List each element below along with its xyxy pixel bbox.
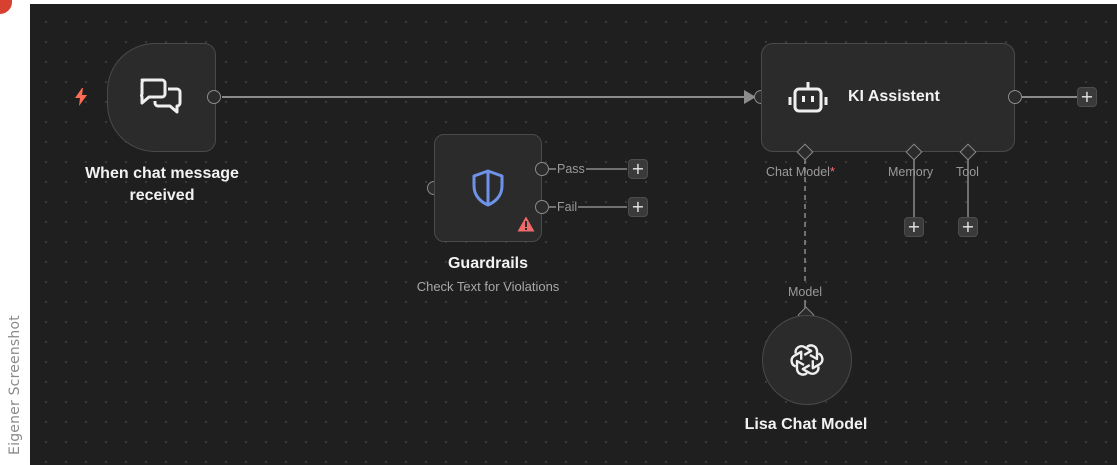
- fail-label: Fail: [556, 200, 579, 214]
- pass-label: Pass: [556, 162, 586, 176]
- openai-icon: [790, 344, 824, 376]
- model-input-label: Model: [786, 285, 825, 299]
- add-memory-button[interactable]: +: [904, 217, 924, 237]
- shield-icon: [472, 169, 504, 207]
- guardrails-subtitle: Check Text for Violations: [416, 279, 560, 294]
- guardrails-pass-port[interactable]: [535, 162, 549, 176]
- agent-title: KI Assistent: [848, 88, 940, 105]
- chat-model-node[interactable]: [762, 315, 852, 405]
- guardrails-fail-port[interactable]: [535, 200, 549, 214]
- robot-icon: [788, 82, 828, 113]
- memory-slot-label: Memory: [888, 165, 934, 179]
- agent-output-port[interactable]: [1008, 90, 1022, 104]
- chat-model-title: Lisa Chat Model: [744, 416, 868, 433]
- guardrails-title: Guardrails: [447, 255, 529, 272]
- add-tool-button[interactable]: +: [958, 217, 978, 237]
- tool-slot-label: Tool: [956, 165, 979, 179]
- trigger-title: When chat message received: [85, 165, 239, 204]
- trigger-node[interactable]: [107, 43, 216, 152]
- add-agent-output-button[interactable]: +: [1077, 87, 1097, 107]
- trigger-output-port[interactable]: [207, 90, 221, 104]
- chat-model-slot-label: Chat Model*: [766, 165, 835, 179]
- agent-node[interactable]: KI Assistent: [761, 43, 1015, 152]
- chat-model-slot-text: Chat Model: [766, 165, 830, 179]
- add-pass-button[interactable]: +: [628, 159, 648, 179]
- warning-triangle-icon: [517, 216, 535, 232]
- required-asterisk: *: [829, 165, 835, 179]
- chat-bubbles-icon: [140, 78, 182, 114]
- add-fail-button[interactable]: +: [628, 197, 648, 217]
- lightning-bolt-icon: [75, 88, 87, 106]
